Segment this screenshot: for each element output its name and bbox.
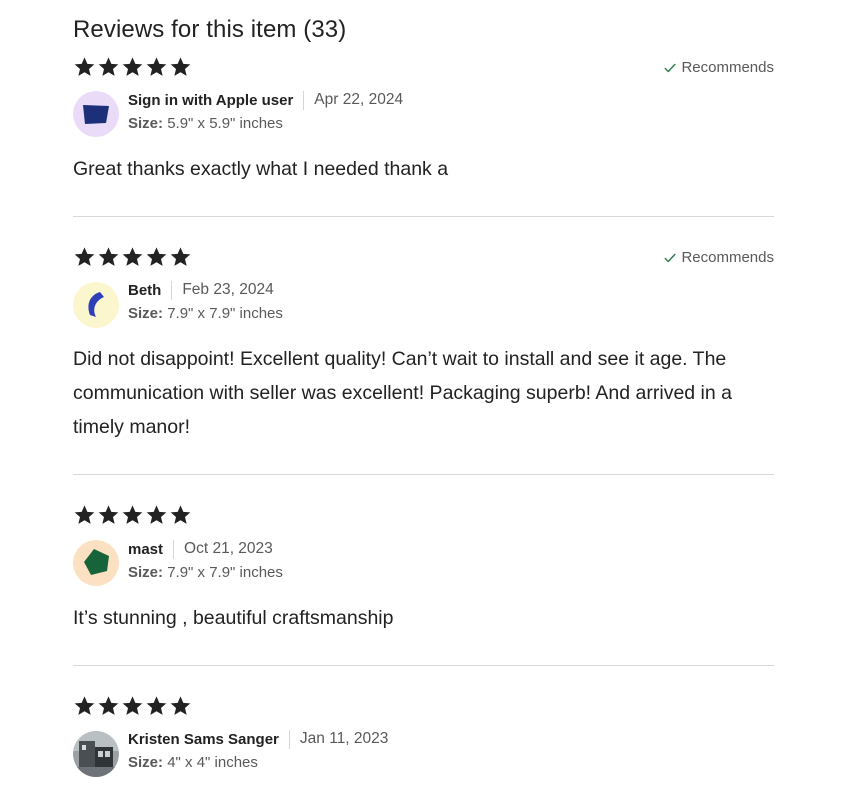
reviewer-name[interactable]: mast [128, 541, 163, 558]
reviewer-name[interactable]: Kristen Sams Sanger [128, 731, 279, 748]
review-text: Did not disappoint! Excellent quality! C… [73, 348, 733, 438]
size-value: 4" x 4" inches [167, 754, 258, 771]
star-icon [145, 695, 168, 717]
star-icon [73, 246, 96, 268]
star-icon [145, 246, 168, 268]
check-icon [663, 61, 677, 75]
size-info: Size: 7.9" x 7.9" inches [128, 305, 283, 322]
recommends-label: Recommends [681, 249, 774, 266]
star-icon [73, 504, 96, 526]
star-icon [97, 246, 120, 268]
review-text: Great thanks exactly what I needed thank… [73, 158, 449, 180]
star-icon [169, 504, 192, 526]
star-icon [73, 695, 96, 717]
star-rating [73, 246, 192, 268]
meta-divider [173, 539, 175, 559]
size-value: 7.9" x 7.9" inches [167, 564, 283, 581]
star-icon [169, 56, 192, 78]
star-icon [73, 56, 96, 78]
reviews-heading: Reviews for this item (33) [73, 16, 347, 43]
size-info: Size: 4" x 4" inches [128, 754, 388, 771]
star-icon [121, 695, 144, 717]
meta-divider [288, 729, 290, 749]
review-divider [73, 216, 774, 217]
star-rating [73, 695, 192, 717]
recommends-badge: Recommends [663, 249, 774, 266]
star-icon [145, 504, 168, 526]
review-meta: Kristen Sams Sanger Jan 11, 2023 Size: 4… [128, 728, 388, 771]
star-icon [169, 695, 192, 717]
size-value: 7.9" x 7.9" inches [167, 305, 283, 322]
size-info: Size: 7.9" x 7.9" inches [128, 564, 283, 581]
review-divider [73, 665, 774, 666]
size-value: 5.9" x 5.9" inches [167, 115, 283, 132]
meta-divider [303, 90, 305, 110]
size-label: Size: [128, 564, 164, 581]
green-pentagon-avatar[interactable] [73, 540, 119, 586]
size-info: Size: 5.9" x 5.9" inches [128, 115, 403, 132]
user-photo-avatar[interactable] [73, 731, 119, 777]
meta-divider [171, 280, 173, 300]
recommends-badge: Recommends [663, 59, 774, 76]
star-rating [73, 56, 192, 78]
review-text: It’s stunning , beautiful craftsmanship [73, 607, 394, 629]
star-icon [97, 504, 120, 526]
size-label: Size: [128, 754, 164, 771]
star-icon [121, 56, 144, 78]
star-icon [121, 246, 144, 268]
reviewer-name[interactable]: Beth [128, 282, 161, 299]
navy-quadrilateral-avatar[interactable] [73, 91, 119, 137]
review-date: Feb 23, 2024 [182, 281, 274, 298]
star-rating [73, 504, 192, 526]
size-label: Size: [128, 115, 164, 132]
review-date: Apr 22, 2024 [314, 91, 404, 108]
review-date: Oct 21, 2023 [184, 540, 273, 557]
review-date: Jan 11, 2023 [299, 730, 389, 747]
review-meta: Sign in with Apple user Apr 22, 2024 Siz… [128, 89, 403, 132]
check-icon [663, 251, 677, 265]
star-icon [145, 56, 168, 78]
star-icon [169, 246, 192, 268]
reviewer-name[interactable]: Sign in with Apple user [128, 92, 293, 109]
review-meta: Beth Feb 23, 2024 Size: 7.9" x 7.9" inch… [128, 279, 283, 322]
recommends-label: Recommends [681, 59, 774, 76]
size-label: Size: [128, 305, 164, 322]
review-divider [73, 474, 774, 475]
star-icon [121, 504, 144, 526]
star-icon [97, 56, 120, 78]
blue-crescent-avatar[interactable] [73, 282, 119, 328]
review-meta: mast Oct 21, 2023 Size: 7.9" x 7.9" inch… [128, 538, 283, 581]
star-icon [97, 695, 120, 717]
